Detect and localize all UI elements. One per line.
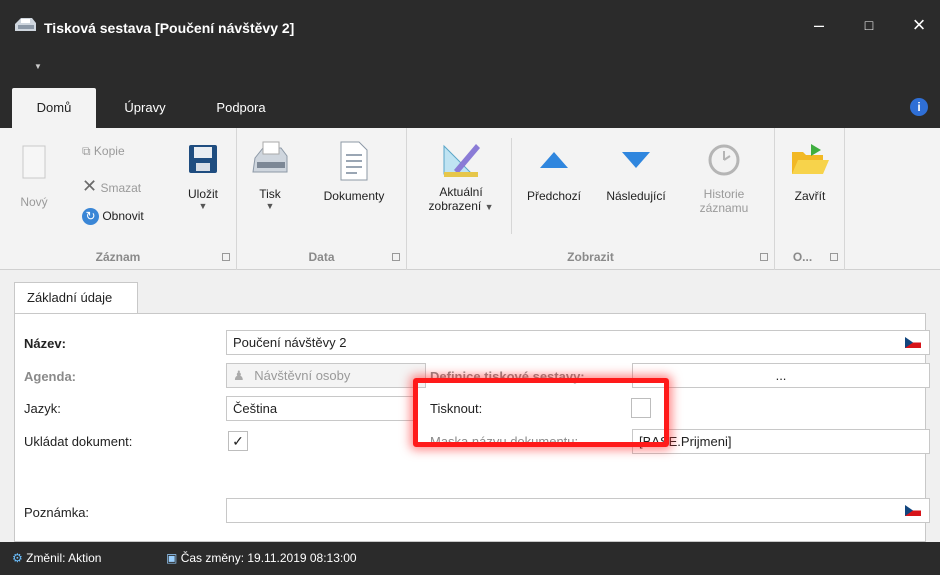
definice-input[interactable]: ... — [632, 363, 930, 388]
window-title: Tisková sestava [Poučení návštěvy 2] — [44, 20, 295, 36]
person-icon: ♟ — [233, 368, 245, 383]
printer-icon — [252, 141, 288, 173]
next-label: Následující — [606, 189, 666, 203]
poznamka-label: Poznámka: — [24, 505, 90, 520]
nazev-value: Poučení návštěvy 2 — [233, 335, 347, 350]
new-button[interactable]: Nový — [14, 144, 54, 209]
save-dropdown-caret: ▼ — [198, 201, 208, 211]
print-label: Tisk — [259, 187, 281, 201]
document-icon — [340, 141, 368, 181]
current-view-label-1: Aktuální — [439, 185, 483, 199]
app-window: Tisková sestava [Poučení návštěvy 2] ▼ –… — [0, 0, 940, 575]
tab-zakladni-udaje[interactable]: Základní údaje — [14, 282, 138, 314]
jazyk-value: Čeština — [233, 401, 278, 416]
documents-label: Dokumenty — [323, 189, 385, 203]
nazev-input[interactable]: Poučení návštěvy 2 — [226, 330, 930, 355]
ukladat-label: Ukládat dokument: — [24, 434, 133, 449]
new-document-icon — [22, 145, 46, 179]
changed-by-text: Změnil: Aktion — [26, 551, 102, 565]
jazyk-label: Jazyk: — [24, 401, 61, 416]
quick-access-dropdown-icon[interactable]: ▼ — [34, 62, 42, 71]
agenda-input[interactable]: ♟ Návštěvní osoby — [226, 363, 426, 388]
agenda-value: Návštěvní osoby — [254, 368, 351, 383]
print-dropdown-caret: ▼ — [265, 201, 275, 211]
group-o-label: O... — [792, 250, 813, 264]
ribbon: Nový ⧉ Kopie ✕ Smazat ↻ Obnovit Uložit ▼… — [0, 128, 940, 270]
poznamka-input[interactable] — [226, 498, 930, 523]
title-bar: Tisková sestava [Poučení návštěvy 2] ▼ –… — [0, 0, 940, 88]
save-button[interactable]: Uložit ▼ — [180, 140, 226, 211]
ribbon-separator — [511, 138, 512, 234]
group-zobrazit: Aktuální zobrazení ▼ Předchozí Následují… — [407, 128, 775, 270]
changed-time-text: Čas změny: 19.11.2019 08:13:00 — [180, 551, 357, 565]
group-data-label: Data — [308, 250, 335, 264]
printer-app-icon — [15, 18, 36, 31]
close-form-button[interactable]: Zavřít — [783, 140, 837, 203]
group-data-expand-icon[interactable] — [392, 253, 400, 261]
minimize-button[interactable]: – — [796, 12, 842, 38]
refresh-icon: ↻ — [82, 208, 99, 225]
delete-label: Smazat — [100, 181, 142, 195]
group-zaznam-expand-icon[interactable] — [222, 253, 230, 261]
group-o: Zavřít O... — [775, 128, 845, 270]
changed-by: ⚙ Změnil: Aktion — [12, 551, 101, 565]
ruler-pencil-icon — [443, 144, 480, 177]
maximize-button[interactable]: □ — [846, 12, 892, 38]
current-view-label-2: zobrazení ▼ — [415, 199, 507, 213]
arrow-up-icon — [540, 152, 568, 168]
close-form-label: Zavřít — [794, 189, 826, 203]
documents-button[interactable]: Dokumenty — [311, 140, 397, 203]
arrow-down-icon — [622, 152, 650, 168]
refresh-label: Obnovit — [102, 209, 144, 223]
history-label-1: Historie — [703, 187, 745, 201]
history-label-2: záznamu — [699, 201, 749, 215]
refresh-button[interactable]: ↻ Obnovit — [82, 208, 144, 225]
jazyk-select[interactable]: Čeština — [226, 396, 418, 421]
agenda-label: Agenda: — [24, 369, 76, 384]
next-button[interactable]: Následující — [593, 140, 679, 203]
previous-button[interactable]: Předchozí — [519, 140, 589, 203]
changed-time: ▣ Čas změny: 19.11.2019 08:13:00 — [166, 551, 357, 565]
copy-button[interactable]: ⧉ Kopie — [82, 144, 125, 159]
group-o-expand-icon[interactable] — [830, 253, 838, 261]
copy-label: Kopie — [93, 144, 125, 158]
group-zaznam-label: Záznam — [95, 250, 141, 264]
czech-flag-icon[interactable] — [905, 337, 921, 348]
current-view-label-2-text: zobrazení — [428, 199, 482, 213]
current-view-dropdown-caret: ▼ — [484, 202, 494, 212]
czech-flag-icon[interactable] — [905, 505, 921, 516]
group-zaznam: Nový ⧉ Kopie ✕ Smazat ↻ Obnovit Uložit ▼… — [0, 128, 237, 270]
group-zobrazit-label: Zobrazit — [567, 250, 614, 264]
annotation-highlight-box — [413, 378, 669, 447]
group-zobrazit-expand-icon[interactable] — [760, 253, 768, 261]
tab-domu[interactable]: Domů — [12, 88, 96, 128]
close-button[interactable]: × — [896, 12, 940, 38]
nazev-label: Název: — [24, 336, 66, 351]
maska-input[interactable]: [BASE.Prijmeni] — [632, 429, 930, 454]
tab-podpora[interactable]: Podpora — [206, 88, 276, 128]
history-button[interactable]: Historie záznamu — [691, 140, 757, 215]
calendar-icon: ▣ — [166, 551, 178, 565]
info-icon[interactable]: i — [910, 98, 928, 116]
ribbon-tabs: Domů Úpravy Podpora i — [0, 88, 940, 128]
previous-label: Předchozí — [526, 189, 582, 203]
delete-x-icon: ✕ — [82, 176, 98, 196]
ukladat-checkbox[interactable]: ✓ — [228, 431, 248, 451]
copy-icon: ⧉ — [82, 144, 91, 158]
status-bar: ⚙ Změnil: Aktion ▣ Čas změny: 19.11.2019… — [0, 542, 940, 575]
save-label: Uložit — [187, 187, 218, 201]
user-icon: ⚙ — [12, 551, 23, 565]
tab-upravy[interactable]: Úpravy — [112, 88, 178, 128]
print-button[interactable]: Tisk ▼ — [245, 140, 295, 211]
folder-exit-icon — [792, 144, 829, 174]
group-data: Tisk ▼ Dokumenty Data — [237, 128, 407, 270]
new-button-label: Nový — [20, 195, 48, 209]
clock-history-icon — [708, 144, 740, 176]
delete-button[interactable]: ✕ Smazat — [82, 176, 141, 197]
current-view-button[interactable]: Aktuální zobrazení ▼ — [415, 140, 507, 213]
save-floppy-icon — [189, 145, 217, 173]
